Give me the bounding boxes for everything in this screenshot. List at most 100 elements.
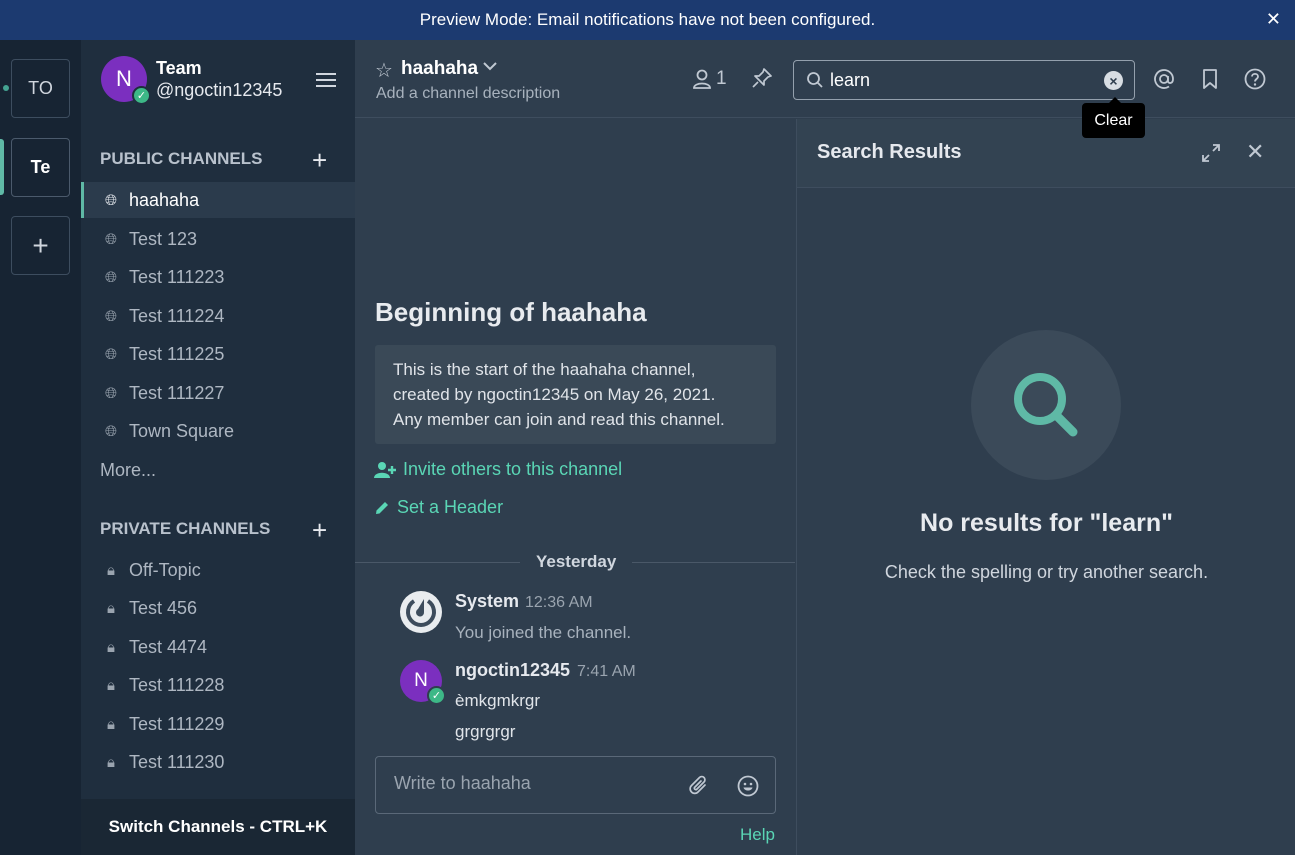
post-author[interactable]: ngoctin12345	[455, 660, 570, 681]
channel-item-town-square[interactable]: 🌐︎ Town Square	[81, 413, 355, 449]
channel-label: Test 111225	[129, 343, 225, 364]
avatar-initial: N	[116, 66, 132, 91]
channel-label: Off-Topic	[129, 559, 201, 580]
channel-header: ☆ haahaha Add a channel description 1 ×	[355, 40, 1295, 118]
system-avatar	[400, 591, 442, 633]
globe-icon: 🌐︎	[104, 230, 117, 248]
mentions-icon[interactable]	[1153, 68, 1175, 95]
team-sidebar: TO Te +	[0, 40, 81, 855]
channel-description[interactable]: Add a channel description	[376, 85, 560, 103]
lock-icon: 🔒︎	[107, 561, 115, 579]
search-box[interactable]: ×	[793, 60, 1135, 100]
public-channels-title: PUBLIC CHANNELS	[100, 149, 263, 168]
help-icon[interactable]	[1244, 68, 1266, 95]
add-public-channel-button[interactable]: +	[312, 147, 327, 173]
channel-label: Test 111228	[129, 674, 225, 695]
lock-icon: 🔒︎	[107, 753, 115, 771]
channel-item-test-456[interactable]: 🔒︎ Test 456	[81, 590, 355, 626]
team-button-te[interactable]: Te	[11, 138, 70, 197]
pencil-icon	[376, 501, 388, 514]
post-message: You joined the channel.	[455, 623, 632, 642]
channel-item-off-topic[interactable]: 🔒︎ Off-Topic	[81, 552, 355, 588]
invite-others-link[interactable]: Invite others to this channel	[374, 459, 622, 480]
channel-label: Test 111224	[129, 305, 225, 326]
add-user-icon	[374, 461, 396, 478]
channel-label: Test 111227	[129, 382, 225, 403]
expand-icon[interactable]	[1200, 142, 1222, 169]
channel-label: Test 111230	[129, 751, 225, 772]
lock-icon: 🔒︎	[107, 638, 115, 656]
member-count-button[interactable]: 1	[693, 68, 727, 90]
channel-intro-box: This is the start of the haahaha channel…	[375, 345, 776, 444]
channel-sidebar: N ✓ Team @ngoctin12345 PUBLIC CHANNELS +…	[81, 40, 355, 855]
team-name: Team	[156, 58, 202, 78]
channel-label: Test 111229	[129, 713, 225, 734]
member-icon	[693, 69, 711, 89]
message-input[interactable]	[394, 773, 674, 794]
clear-tooltip: Clear	[1082, 97, 1145, 138]
channel-item-test-111225[interactable]: 🌐︎ Test 111225	[81, 336, 355, 372]
search-icon	[806, 71, 824, 94]
invite-label: Invite others to this channel	[403, 459, 623, 479]
channel-label: Test 111223	[129, 266, 225, 287]
channel-label: Test 4474	[129, 636, 208, 657]
avatar-initial: N	[414, 670, 428, 691]
channel-view: Beginning of haahaha This is the start o…	[355, 119, 795, 855]
channel-item-haahaha[interactable]: 🌐︎ haahaha	[81, 182, 355, 218]
message-composer[interactable]	[375, 756, 776, 814]
globe-icon: 🌐︎	[104, 384, 117, 402]
channel-title[interactable]: haahaha	[401, 58, 478, 80]
channel-item-test-123[interactable]: 🌐︎ Test 123	[81, 221, 355, 257]
private-channels-title: PRIVATE CHANNELS	[100, 519, 271, 538]
channel-label: haahaha	[129, 189, 200, 210]
announcement-bar: Preview Mode: Email notifications have n…	[0, 0, 1295, 40]
channel-label: Test 123	[129, 228, 198, 249]
attachment-icon[interactable]	[688, 775, 710, 802]
team-button-to[interactable]: TO	[11, 59, 70, 118]
channel-item-test-111223[interactable]: 🌐︎ Test 111223	[81, 259, 355, 295]
date-separator: Yesterday	[520, 552, 633, 572]
channel-item-test-111229[interactable]: 🔒︎ Test 111229	[81, 706, 355, 742]
post-time[interactable]: 7:41 AM	[577, 663, 636, 681]
user-handle: @ngoctin12345	[156, 80, 283, 100]
sidebar-header[interactable]: N ✓ Team @ngoctin12345	[81, 40, 355, 118]
search-results-panel: Search Results ✕ No results for "learn" …	[796, 119, 1295, 855]
search-results-header: Search Results ✕	[797, 119, 1295, 188]
favorite-star-icon[interactable]: ☆	[375, 58, 393, 83]
chevron-down-icon[interactable]	[483, 58, 497, 75]
emoji-icon[interactable]	[737, 775, 759, 802]
channel-item-test-4474[interactable]: 🔒︎ Test 4474	[81, 629, 355, 665]
globe-icon: 🌐︎	[104, 307, 117, 325]
channel-item-test-111228[interactable]: 🔒︎ Test 111228	[81, 667, 355, 703]
post-author[interactable]: System	[455, 591, 519, 612]
no-results-subtitle: Check the spelling or try another search…	[884, 562, 1209, 582]
empty-search-illustration	[971, 330, 1121, 480]
clear-search-icon[interactable]: ×	[1104, 71, 1123, 90]
search-input[interactable]	[830, 68, 1090, 92]
lock-icon: 🔒︎	[107, 599, 115, 617]
post-message: grgrgrgr	[455, 722, 516, 741]
pin-icon[interactable]	[751, 67, 773, 94]
set-header-label: Set a Header	[397, 497, 504, 517]
close-icon[interactable]: ✕	[1246, 139, 1264, 165]
more-channels-link[interactable]: More...	[100, 460, 156, 481]
channel-intro-title: Beginning of haahaha	[375, 297, 647, 327]
unread-dot	[3, 85, 9, 91]
help-link[interactable]: Help	[740, 825, 775, 845]
post-time[interactable]: 12:36 AM	[525, 594, 593, 612]
close-icon[interactable]: ✕	[1266, 9, 1281, 30]
lock-icon: 🔒︎	[107, 676, 115, 694]
intro-line: created by ngoctin12345 on May 26, 2021.	[393, 385, 716, 404]
channel-item-test-111224[interactable]: 🌐︎ Test 111224	[81, 298, 355, 334]
add-private-channel-button[interactable]: +	[312, 517, 327, 543]
add-team-button[interactable]: +	[11, 216, 70, 275]
saved-items-icon[interactable]	[1200, 68, 1220, 95]
mattermost-logo-icon	[402, 593, 440, 631]
post-avatar[interactable]: N ✓	[400, 660, 446, 705]
channel-item-test-111230[interactable]: 🔒︎ Test 111230	[81, 744, 355, 780]
set-header-link[interactable]: Set a Header	[374, 497, 503, 518]
user-avatar[interactable]: N ✓	[101, 56, 151, 105]
main-menu-icon[interactable]	[316, 73, 336, 91]
channel-item-test-111227[interactable]: 🌐︎ Test 111227	[81, 375, 355, 411]
switch-channels-button[interactable]: Switch Channels - CTRL+K	[81, 799, 355, 855]
